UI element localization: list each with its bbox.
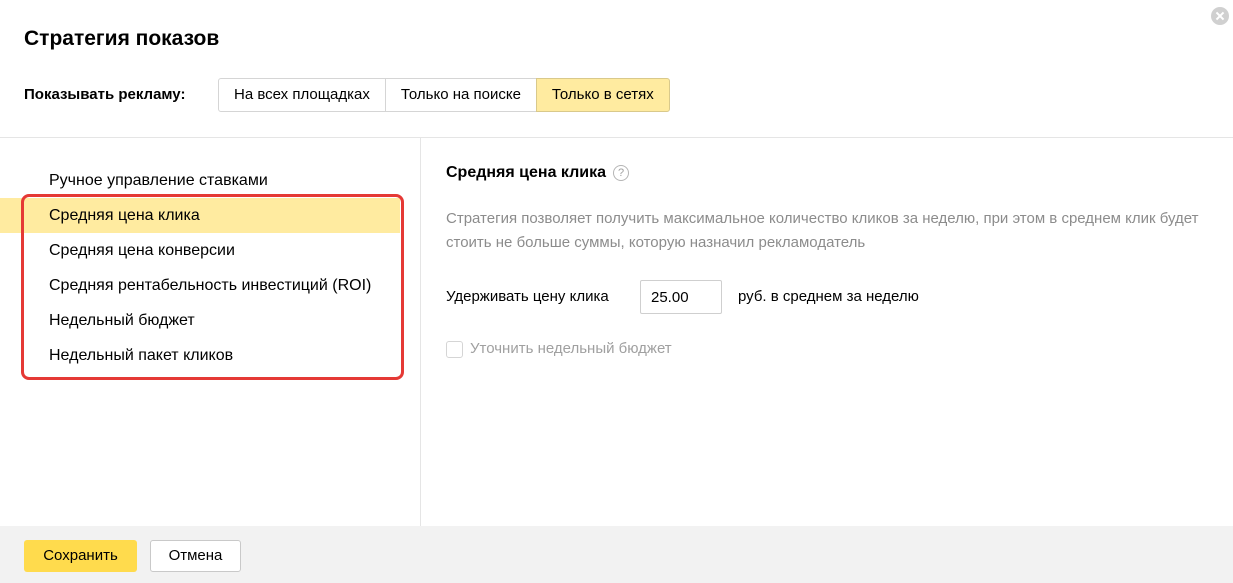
show-ads-option-networks[interactable]: Только в сетях — [535, 78, 670, 112]
detail-title-text: Средняя цена клика — [446, 164, 607, 181]
strategy-item-weekly-budget[interactable]: Недельный бюджет — [0, 303, 400, 338]
cancel-button[interactable]: Отмена — [150, 540, 241, 572]
strategy-item-weekly-clicks[interactable]: Недельный пакет кликов — [0, 338, 400, 373]
show-ads-option-search[interactable]: Только на поиске — [384, 78, 537, 112]
weekly-budget-checkbox[interactable] — [446, 340, 463, 358]
weekly-budget-checkbox-label: Уточнить недельный бюджет — [470, 340, 672, 357]
avg-price-input[interactable] — [640, 280, 722, 314]
strategy-item-roi[interactable]: Средняя рентабельность инвестиций (ROI) — [0, 268, 400, 303]
dialog-footer: Сохранить Отмена — [0, 526, 1233, 583]
show-ads-option-all[interactable]: На всех площадках — [218, 78, 386, 112]
strategy-item-manual[interactable]: Ручное управление ставками — [0, 163, 400, 198]
strategy-description: Стратегия позволяет получить максимально… — [446, 210, 1199, 251]
detail-title: Средняя цена клика ? — [446, 163, 630, 183]
strategy-dialog: Стратегия показов Показывать рекламу: На… — [0, 0, 1233, 583]
strategy-list: Ручное управление ставками Средняя цена … — [0, 163, 420, 373]
price-unit-label: руб. в среднем за неделю — [738, 288, 919, 305]
close-icon[interactable] — [1211, 7, 1229, 25]
weekly-budget-checkbox-row[interactable]: Уточнить недельный бюджет — [446, 340, 672, 358]
hold-price-label: Удерживать цену клика — [446, 288, 609, 305]
show-ads-label: Показывать рекламу: — [24, 86, 186, 103]
save-button[interactable]: Сохранить — [24, 540, 137, 572]
column-divider — [420, 138, 421, 526]
strategy-item-avg-cpa[interactable]: Средняя цена конверсии — [0, 233, 400, 268]
help-icon[interactable]: ? — [613, 165, 630, 181]
dialog-title: Стратегия показов — [24, 27, 220, 50]
show-ads-segmented-control: На всех площадках Только на поиске Тольк… — [218, 78, 670, 112]
header-divider — [0, 137, 1233, 138]
strategy-item-avg-cpc[interactable]: Средняя цена клика — [0, 198, 400, 233]
